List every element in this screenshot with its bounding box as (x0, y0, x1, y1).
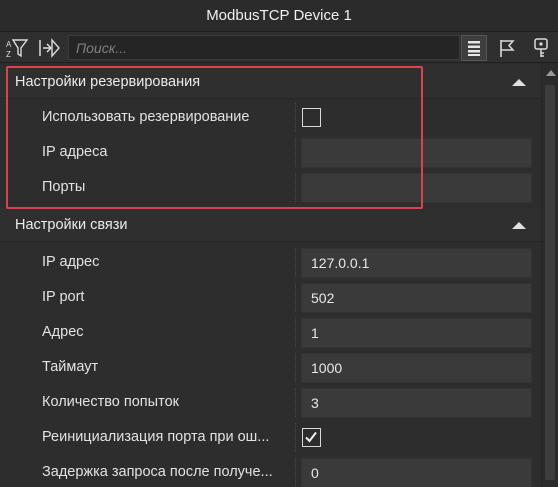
scroll-up-arrow-icon[interactable] (546, 70, 556, 76)
timeout-field[interactable]: 1000 (301, 353, 532, 383)
column-divider[interactable] (295, 283, 296, 312)
column-divider[interactable] (295, 138, 296, 167)
toolbar: A Z (0, 31, 558, 63)
collapse-arrow-icon[interactable] (512, 222, 526, 229)
column-divider[interactable] (295, 458, 296, 487)
property-label: Порты (42, 179, 86, 195)
column-divider[interactable] (295, 318, 296, 347)
section-title: Настройки связи (15, 216, 128, 233)
property-label: Таймаут (42, 359, 99, 375)
svg-text:A: A (6, 40, 12, 49)
sort-filter-icon[interactable]: A Z (4, 35, 30, 61)
property-label: IP адрес (42, 254, 100, 270)
ports-field[interactable] (301, 173, 532, 203)
property-row-ip-port: IP port 502 (0, 280, 541, 315)
ip-port-field[interactable]: 502 (301, 283, 532, 313)
section-header-redundancy[interactable]: Настройки резервирования (0, 65, 541, 99)
property-label: Реинициализация порта при ош... (42, 429, 270, 445)
property-row-address: Адрес 1 (0, 315, 541, 350)
column-divider[interactable] (295, 103, 296, 132)
column-divider[interactable] (295, 353, 296, 382)
ip-address-field[interactable]: 127.0.0.1 (301, 248, 532, 278)
property-grid: Настройки резервирования Использовать ре… (0, 63, 541, 487)
scroll-thumb[interactable] (545, 85, 555, 480)
list-view-icon[interactable] (461, 35, 487, 61)
column-divider[interactable] (295, 173, 296, 202)
window-title-bar: ModbusTCP Device 1 (0, 0, 558, 31)
property-row-timeout: Таймаут 1000 (0, 350, 541, 385)
property-label: IP адреса (42, 144, 108, 160)
use-redundancy-checkbox[interactable] (302, 108, 321, 127)
property-row-retry-count: Количество попыток 3 (0, 385, 541, 420)
property-label: Использовать резервирование (42, 109, 250, 125)
property-row-port-reinit: Реинициализация порта при ош... (0, 420, 541, 455)
property-label: Количество попыток (42, 394, 179, 410)
column-divider[interactable] (295, 423, 296, 452)
property-row-ip-addresses: IP адреса (0, 135, 541, 170)
retry-count-field[interactable]: 3 (301, 388, 532, 418)
column-divider[interactable] (295, 388, 296, 417)
section-header-connection[interactable]: Настройки связи (0, 208, 541, 242)
address-field[interactable]: 1 (301, 318, 532, 348)
import-icon[interactable] (36, 35, 62, 61)
search-input[interactable] (68, 35, 460, 60)
vertical-scrollbar[interactable] (541, 63, 558, 487)
property-label: Задержка запроса после получе... (42, 464, 273, 480)
checkmark-icon (305, 431, 317, 443)
port-reinit-checkbox[interactable] (302, 428, 321, 447)
ip-addresses-field[interactable] (301, 138, 532, 168)
column-divider[interactable] (295, 248, 296, 277)
svg-text:Z: Z (6, 50, 11, 59)
property-label: Адрес (42, 324, 84, 340)
property-label: IP port (42, 289, 85, 305)
flag-icon[interactable] (494, 35, 520, 61)
property-row-request-delay: Задержка запроса после получе... 0 (0, 455, 541, 487)
property-row-ports: Порты (0, 170, 541, 205)
key-icon[interactable] (528, 35, 554, 61)
window-title: ModbusTCP Device 1 (206, 7, 352, 24)
property-row-ip-address: IP адрес 127.0.0.1 (0, 245, 541, 280)
property-row-use-redundancy: Использовать резервирование (0, 100, 541, 135)
request-delay-field[interactable]: 0 (301, 458, 532, 487)
section-title: Настройки резервирования (15, 73, 201, 90)
collapse-arrow-icon[interactable] (512, 79, 526, 86)
